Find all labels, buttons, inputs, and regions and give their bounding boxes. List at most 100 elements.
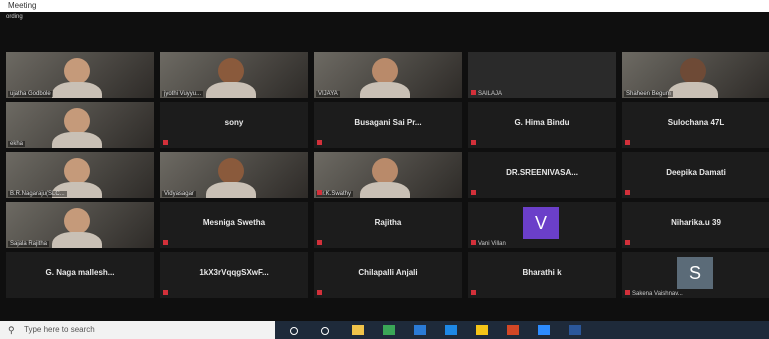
window-title: Meeting: [0, 0, 769, 12]
participant-body: [668, 82, 718, 98]
participant-tile[interactable]: jyothi Vuyyu...: [160, 52, 308, 98]
participant-tile[interactable]: sony: [160, 102, 308, 148]
participant-tile[interactable]: ujatha Godbole: [6, 52, 154, 98]
participant-name: Shaheen Begum: [624, 91, 673, 97]
participant-name: Mesniga Swetha: [202, 218, 266, 227]
task-view-icon[interactable]: [321, 327, 329, 335]
muted-mic-icon: [163, 240, 168, 245]
participant-name: Rajitha: [374, 218, 402, 227]
participant-face: [218, 158, 244, 184]
muted-mic-icon: [317, 290, 322, 295]
taskbar-search-box[interactable]: ⚲ Type here to search: [0, 321, 275, 339]
participant-name: SAILAJA: [478, 91, 503, 97]
muted-mic-icon: [471, 240, 476, 245]
participant-tile[interactable]: Mesniga Swetha: [160, 202, 308, 248]
avatar: V: [523, 207, 559, 239]
participant-name: ekha: [8, 141, 26, 147]
avatar: S: [677, 257, 713, 289]
participant-tile[interactable]: ekha: [6, 102, 154, 148]
participant-tile[interactable]: B.R.Nagaraju(SLC...: [6, 152, 154, 198]
participant-tile[interactable]: Niharika.u 39: [622, 202, 769, 248]
participant-name: G. Hima Bindu: [514, 118, 570, 127]
participant-face: [372, 58, 398, 84]
participant-name: Vidyasagar: [162, 191, 196, 197]
participant-face: [64, 108, 90, 134]
participant-tile[interactable]: G. Hima Bindu: [468, 102, 616, 148]
participant-tile[interactable]: SAILAJA: [468, 52, 616, 98]
cortana-icon[interactable]: [290, 327, 298, 335]
participant-name: Sulochana 47L: [667, 118, 725, 127]
participant-name: Deepika Damati: [666, 168, 726, 177]
store-icon[interactable]: [476, 325, 488, 335]
participant-tile[interactable]: Shaheen Begum: [622, 52, 769, 98]
muted-mic-icon: [625, 290, 630, 295]
participant-body: [360, 182, 410, 198]
participant-tile[interactable]: G. Naga mallesh...: [6, 252, 154, 298]
muted-mic-icon: [163, 140, 168, 145]
participant-face: [218, 58, 244, 84]
participant-body: [52, 132, 102, 148]
participant-name: VIJAYA: [316, 91, 340, 97]
participant-tile[interactable]: Chilapalli Anjali: [314, 252, 462, 298]
participant-name: Niharika.u 39: [671, 218, 721, 227]
participant-name: B.R.Nagaraju(SLC...: [8, 191, 67, 197]
participant-name: Chilapalli Anjali: [358, 268, 418, 277]
powerpoint-icon[interactable]: [507, 325, 519, 335]
participant-body: [206, 182, 256, 198]
muted-mic-icon: [625, 140, 630, 145]
muted-mic-icon: [471, 90, 476, 95]
participant-name: Vani Villan: [478, 241, 506, 247]
windows-taskbar: ⚲ Type here to search: [0, 321, 769, 339]
mail-icon[interactable]: [414, 325, 426, 335]
participant-body: [52, 82, 102, 98]
participant-tile[interactable]: V Vani Villan: [468, 202, 616, 248]
participant-name: Bharathi k: [522, 268, 562, 277]
participant-tile[interactable]: Dr.K.Swathy: [314, 152, 462, 198]
meeting-stage: ording ujatha Godbole jyothi Vuyyu... VIJA…: [0, 12, 769, 321]
edge-icon[interactable]: [445, 325, 457, 335]
muted-mic-icon: [625, 190, 630, 195]
participant-face: [64, 158, 90, 184]
muted-mic-icon: [317, 190, 322, 195]
muted-mic-icon: [471, 190, 476, 195]
participant-body: [206, 82, 256, 98]
participant-name: DR.SREENIVASA...: [506, 168, 578, 177]
muted-mic-icon: [471, 290, 476, 295]
participant-body: [360, 82, 410, 98]
participant-tile[interactable]: Rajitha: [314, 202, 462, 248]
participant-tile[interactable]: S Sakena Vaishnav...: [622, 252, 769, 298]
participant-face: [64, 58, 90, 84]
participant-tile[interactable]: Bharathi k: [468, 252, 616, 298]
muted-mic-icon: [317, 140, 322, 145]
search-icon: ⚲: [8, 325, 15, 335]
participant-name: Busagani Sai Pr...: [354, 118, 422, 127]
participant-tile[interactable]: 1kX3rVqqgSXwF...: [160, 252, 308, 298]
meeting-subtitle: ording: [6, 14, 23, 20]
zoom-icon[interactable]: [538, 325, 550, 335]
participant-name: sony: [224, 118, 244, 127]
search-placeholder: Type here to search: [24, 325, 95, 334]
participant-name: Sajala Rajitha: [8, 241, 50, 247]
participant-face: [680, 58, 706, 84]
participant-name: Sakena Vaishnav...: [632, 291, 683, 297]
participant-body: [52, 232, 102, 248]
participant-tile[interactable]: VIJAYA: [314, 52, 462, 98]
participant-tile[interactable]: Vidyasagar: [160, 152, 308, 198]
participant-name: 1kX3rVqqgSXwF...: [199, 268, 269, 277]
participant-name: jyothi Vuyyu...: [162, 91, 204, 97]
word-icon[interactable]: [569, 325, 581, 335]
participant-tile[interactable]: Deepika Damati: [622, 152, 769, 198]
participant-face: [372, 158, 398, 184]
participant-tile[interactable]: Sulochana 47L: [622, 102, 769, 148]
file-explorer-icon[interactable]: [352, 325, 364, 335]
participant-face: [64, 208, 90, 234]
muted-mic-icon: [625, 240, 630, 245]
chrome-icon[interactable]: [383, 325, 395, 335]
muted-mic-icon: [163, 290, 168, 295]
participant-tile[interactable]: DR.SREENIVASA...: [468, 152, 616, 198]
participant-tile[interactable]: Busagani Sai Pr...: [314, 102, 462, 148]
participant-name: ujatha Godbole: [8, 91, 53, 97]
muted-mic-icon: [471, 140, 476, 145]
muted-mic-icon: [317, 240, 322, 245]
participant-tile[interactable]: Sajala Rajitha: [6, 202, 154, 248]
